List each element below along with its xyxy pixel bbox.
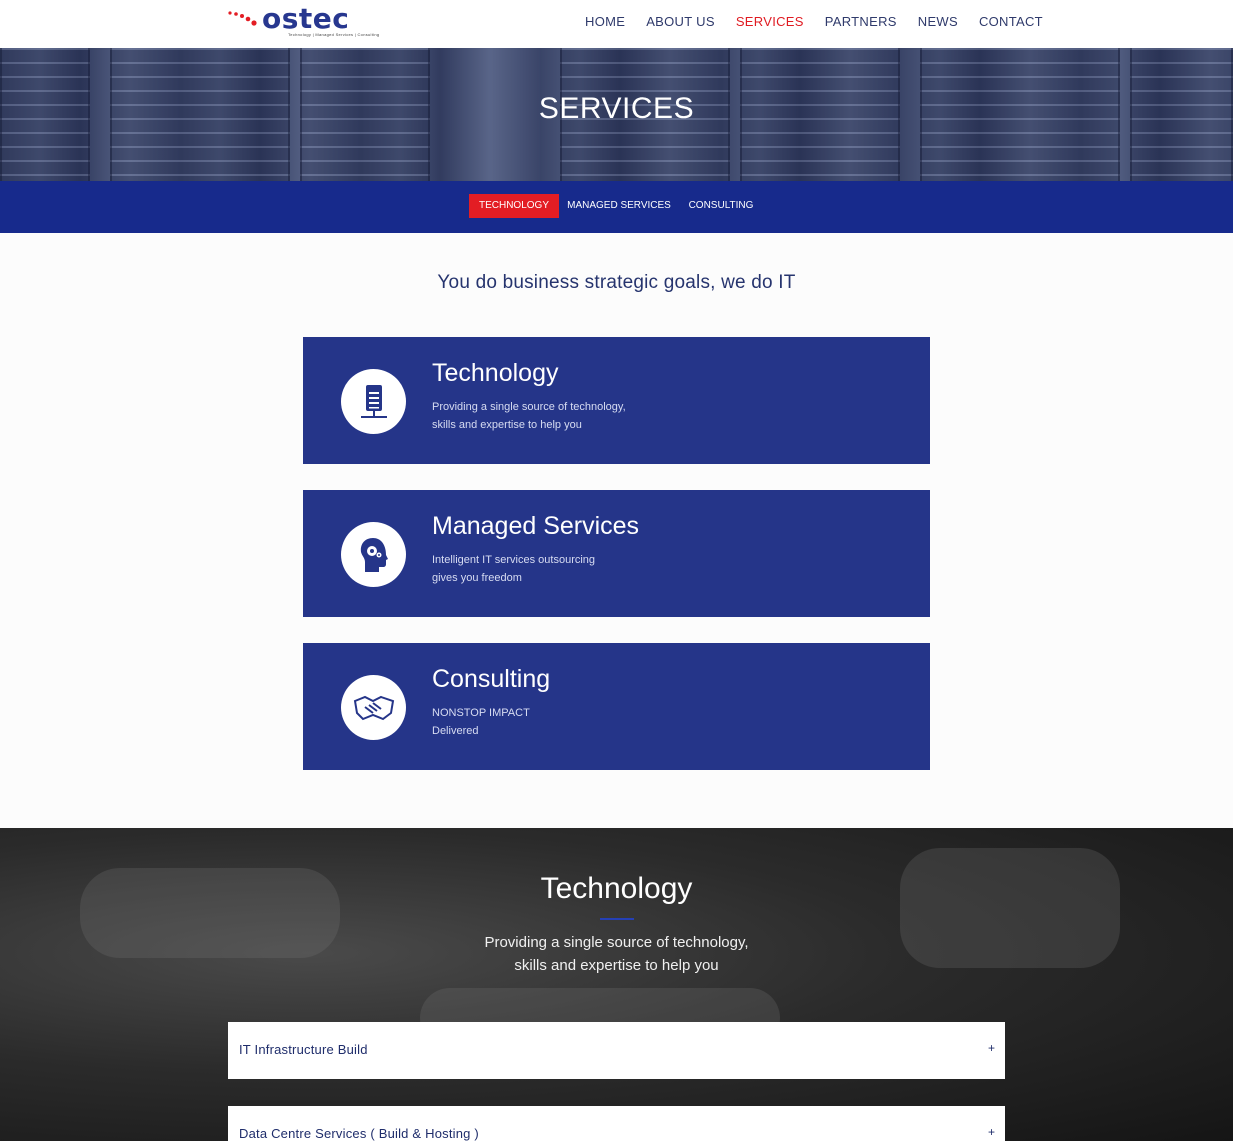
card-desc-line: Providing a single source of technology, xyxy=(432,401,626,413)
card-desc-line: NONSTOP IMPACT xyxy=(432,707,530,719)
section-desc-line: skills and expertise to help you xyxy=(514,957,719,974)
card-title: Consulting xyxy=(432,665,551,693)
hero-banner: SERVICES xyxy=(0,48,1233,181)
tab-consulting[interactable]: CONSULTING xyxy=(682,194,760,218)
card-description: Intelligent IT services outsourcing give… xyxy=(432,551,595,587)
nav-services[interactable]: SERVICES xyxy=(736,14,804,29)
card-desc-line: skills and expertise to help you xyxy=(432,419,582,431)
server-icon xyxy=(341,369,406,434)
section-desc-line: Providing a single source of technology, xyxy=(484,934,749,951)
card-desc-line: gives you freedom xyxy=(432,572,522,584)
tab-managed-services[interactable]: MANAGED SERVICES xyxy=(563,194,675,218)
head-gear-icon xyxy=(341,522,406,587)
main-nav: HOME ABOUT US SERVICES PARTNERS NEWS CON… xyxy=(585,14,1064,29)
section-tagline: You do business strategic goals, we do I… xyxy=(437,272,796,293)
card-description: Providing a single source of technology,… xyxy=(432,398,626,434)
tab-technology[interactable]: TECHNOLOGY xyxy=(469,194,559,218)
card-desc-line: Delivered xyxy=(432,725,479,737)
section-title: Technology xyxy=(540,872,693,905)
page-title: SERVICES xyxy=(538,92,695,125)
service-card-consulting[interactable]: Consulting NONSTOP IMPACT Delivered xyxy=(303,643,930,770)
service-card-managed-services[interactable]: Managed Services Intelligent IT services… xyxy=(303,490,930,617)
card-desc-line: Intelligent IT services outsourcing xyxy=(432,554,596,566)
accordion-label: IT Infrastructure Build xyxy=(239,1042,368,1057)
nav-news[interactable]: NEWS xyxy=(918,14,958,29)
nav-home[interactable]: HOME xyxy=(585,14,625,29)
nav-partners[interactable]: PARTNERS xyxy=(825,14,897,29)
service-card-technology[interactable]: Technology Providing a single source of … xyxy=(303,337,930,464)
services-tab-bar: TECHNOLOGY MANAGED SERVICES CONSULTING xyxy=(0,181,1233,233)
ostec-logo[interactable]: ostec Technology | Managed Services | Co… xyxy=(228,2,384,40)
accordion-item-it-infrastructure[interactable]: IT Infrastructure Build + xyxy=(228,1022,1005,1079)
nav-contact[interactable]: CONTACT xyxy=(979,14,1043,29)
section-description: Providing a single source of technology,… xyxy=(0,931,1233,977)
logo-tagline: Technology | Managed Services | Consulti… xyxy=(288,32,380,37)
title-underline xyxy=(600,918,634,920)
expand-icon[interactable]: + xyxy=(988,1041,995,1055)
expand-icon[interactable]: + xyxy=(988,1125,995,1139)
accordion-label: Data Centre Services ( Build & Hosting ) xyxy=(239,1126,479,1141)
logo-dots-icon xyxy=(228,11,257,26)
card-title: Managed Services xyxy=(432,512,640,540)
handshake-icon xyxy=(341,675,406,740)
accordion-item-data-centre[interactable]: Data Centre Services ( Build & Hosting )… xyxy=(228,1106,1005,1141)
technology-section: Technology Providing a single source of … xyxy=(0,828,1233,1141)
site-header: ostec Technology | Managed Services | Co… xyxy=(0,0,1233,48)
card-title: Technology xyxy=(432,359,559,387)
logo-text: ostec xyxy=(262,2,350,35)
nav-about-us[interactable]: ABOUT US xyxy=(646,14,715,29)
card-description: NONSTOP IMPACT Delivered xyxy=(432,704,530,740)
